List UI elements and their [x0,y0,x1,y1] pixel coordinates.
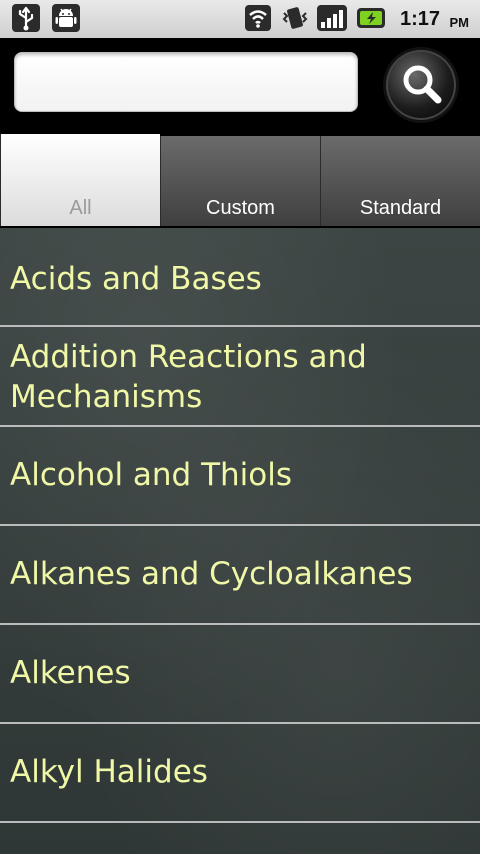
tab-all-label: All [69,197,92,219]
search-bar [0,38,480,134]
list-item-label: Acids and Bases [10,261,262,297]
tab-custom[interactable]: Custom [160,136,320,226]
android-debug-icon [52,4,80,32]
list-item-label: Alkanes and Cycloalkanes [10,556,413,592]
vibrate-icon [280,4,310,32]
status-ampm: PM [449,15,470,30]
list-item[interactable]: Acids and Bases [0,228,480,326]
list-item[interactable]: Alcohol and Thiols [0,427,480,525]
wifi-icon [244,4,272,32]
list-item[interactable]: Addition Reactions and Mechanisms [0,327,480,425]
list-item[interactable]: Alkenes [0,625,480,723]
status-bar: 1:17 PM [0,0,480,39]
tab-all[interactable]: All [0,134,160,226]
list-item-label: Alkyl Halides [10,754,208,790]
search-button[interactable] [386,50,456,120]
topic-list: Acids and Bases Addition Reactions and M… [0,228,480,854]
battery-charging-icon [356,7,388,29]
signal-icon [316,4,348,32]
list-item-label: Addition Reactions and Mechanisms [10,339,367,415]
list-item[interactable]: Alkyl Halides [0,724,480,822]
tab-standard-label: Standard [359,197,442,219]
search-input[interactable] [14,52,358,112]
tab-bar: All Custom Standard [0,134,480,226]
tab-standard[interactable]: Standard [320,136,480,226]
search-icon [403,65,442,104]
status-time: 1:17 [399,8,440,30]
list-divider [0,821,480,823]
list-item-label: Alkenes [10,655,131,691]
list-item-label: Alcohol and Thiols [10,457,293,493]
list-item[interactable]: Alkanes and Cycloalkanes [0,526,480,624]
tab-custom-label: Custom [206,197,275,219]
usb-icon [12,4,40,32]
